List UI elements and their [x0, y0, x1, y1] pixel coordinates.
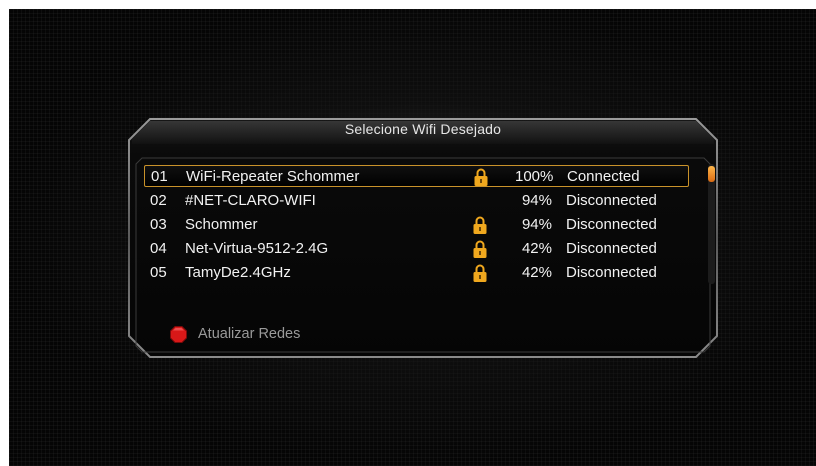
- network-name: WiFi-Repeater Schommer: [186, 168, 360, 185]
- lock-icon: [473, 216, 487, 234]
- list-scrollbar[interactable]: [708, 164, 715, 284]
- signal-strength: 42%: [521, 264, 552, 281]
- network-row-01[interactable]: 01 WiFi-Repeater Schommer 100% Connected: [144, 165, 689, 187]
- network-name: #NET-CLARO-WIFI: [185, 192, 316, 209]
- network-name: Schommer: [185, 216, 258, 233]
- scrollbar-thumb[interactable]: [708, 166, 715, 182]
- network-row-03[interactable]: 03 Schommer 94% Disconnected: [144, 214, 689, 236]
- network-number: 01: [151, 168, 168, 185]
- network-name: TamyDe2.4GHz: [185, 264, 291, 281]
- signal-strength: 42%: [521, 240, 552, 257]
- lock-icon: [473, 264, 487, 282]
- network-number: 03: [150, 216, 167, 233]
- lock-icon: [473, 240, 487, 258]
- connection-status: Disconnected: [566, 240, 657, 257]
- connection-status: Disconnected: [566, 192, 657, 209]
- red-button-icon[interactable]: [170, 326, 187, 343]
- network-row-02[interactable]: 02 #NET-CLARO-WIFI 94% Disconnected: [144, 190, 689, 212]
- signal-strength: 100%: [515, 168, 554, 185]
- connection-status: Disconnected: [566, 216, 657, 233]
- network-name: Net-Virtua-9512-2.4G: [185, 240, 329, 257]
- signal-strength: 94%: [521, 192, 552, 209]
- network-number: 04: [150, 240, 167, 257]
- refresh-networks-label[interactable]: Atualizar Redes: [198, 326, 300, 342]
- connection-status: Connected: [567, 168, 640, 185]
- network-row-04[interactable]: 04 Net-Virtua-9512-2.4G 42% Disconnected: [144, 238, 689, 260]
- signal-strength: 94%: [521, 216, 552, 233]
- network-row-05[interactable]: 05 TamyDe2.4GHz 42% Disconnected: [144, 262, 689, 284]
- network-number: 05: [150, 264, 167, 281]
- connection-status: Disconnected: [566, 264, 657, 281]
- lock-icon: [474, 168, 488, 186]
- wifi-network-list: 01 WiFi-Repeater Schommer 100% Connected…: [144, 165, 689, 287]
- wifi-select-dialog: Selecione Wifi Desejado 01 WiFi-Repeater…: [128, 118, 718, 358]
- dialog-title: Selecione Wifi Desejado: [344, 121, 502, 137]
- network-number: 02: [150, 192, 167, 209]
